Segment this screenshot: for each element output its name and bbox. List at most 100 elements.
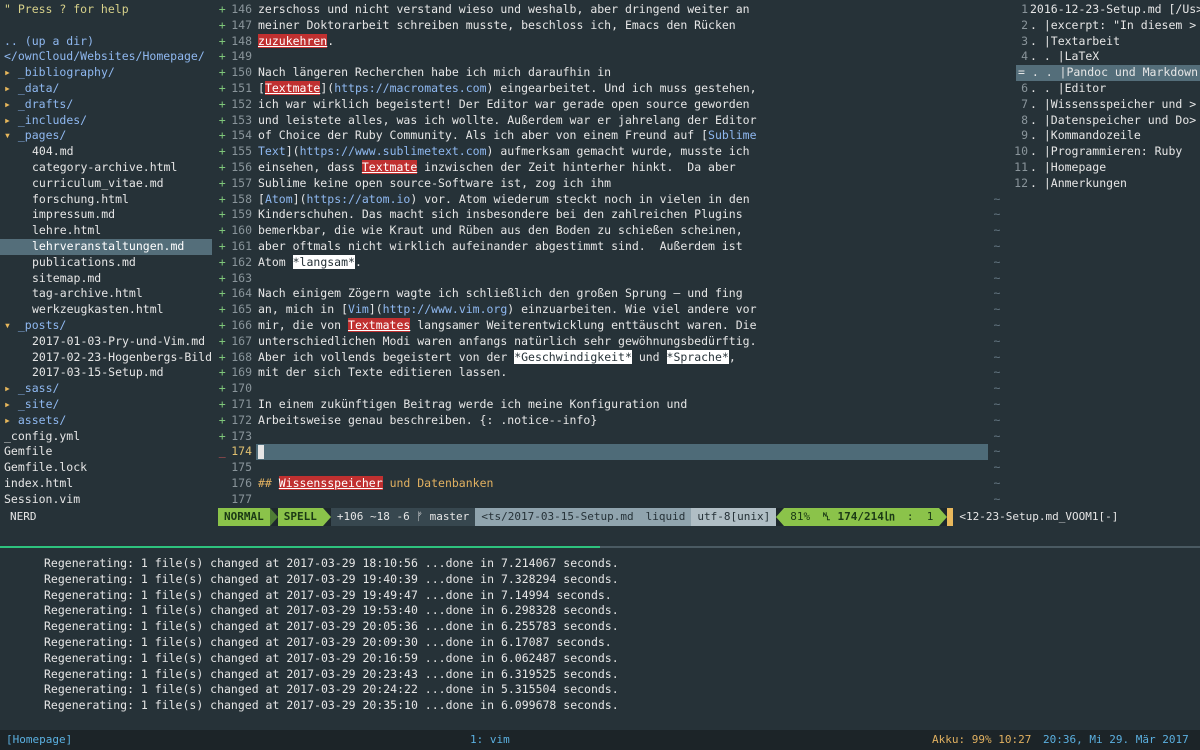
voom-outline-item[interactable]: . |Wissensspeicher und > [1016,97,1200,113]
nerdtree-file[interactable]: sitemap.md [0,271,212,287]
text-line[interactable]: [Textmate](https://macromates.com) einge… [256,80,988,97]
nerdtree-file[interactable]: werkzeugkasten.html [0,302,212,318]
nerdtree-dir[interactable]: ▸ _drafts/ [0,97,212,113]
nerdtree-file[interactable]: index.html [0,476,212,492]
text-line[interactable]: und leistete alles, was ich wollte. Auße… [256,113,988,129]
expanded-arrow-icon[interactable]: ▾ [4,128,11,142]
text-line[interactable]: ## Wissensspeicher und Datenbanken [256,475,988,492]
terminal-pane[interactable]: Regenerating: 1 file(s) changed at 2017-… [0,556,1200,714]
nerdtree-up-dir[interactable]: .. (up a dir) [0,34,212,50]
nerdtree-file[interactable]: Gemfile.lock [0,460,212,476]
voom-outline-item[interactable]: . |excerpt: "In diesem > [1016,18,1200,34]
nerdtree-dir[interactable]: ▸ assets/ [0,413,212,429]
nerdtree-dir[interactable]: ▸ _site/ [0,397,212,413]
nerdtree-file[interactable]: forschung.html [0,192,212,208]
line-number: 160 [231,223,252,238]
text-line[interactable]: meiner Doktorarbeit schreiben musste, be… [256,18,988,34]
text-line[interactable] [256,492,988,508]
nerdtree-item-label: index.html [4,475,74,490]
nerdtree-panel[interactable]: " Press ? for help .. (up a dir) </ownCl… [0,0,212,508]
collapsed-arrow-icon[interactable]: ▸ [4,113,11,127]
nerdtree-file[interactable]: impressum.md [0,207,212,223]
text-line[interactable]: Aber ich vollends begeistert von der *Ge… [256,349,988,366]
text-line[interactable]: unterschiedlichen Modi waren anfangs nat… [256,334,988,350]
pane-divider[interactable] [0,546,1200,548]
nerdtree-file[interactable]: _config.yml [0,429,212,445]
nerdtree-file[interactable]: category-archive.html [0,160,212,176]
editor-buffer[interactable]: zerschoss und nicht verstand wieso und w… [256,0,988,508]
voom-outline-item[interactable]: . . |Editor [1016,81,1200,97]
nerdtree-file[interactable]: 2017-01-03-Pry-und-Vim.md [0,334,212,350]
nerdtree-file[interactable]: lehrveranstaltungen.md [0,238,212,255]
voom-outline-item[interactable]: . |Textarbeit [1016,34,1200,50]
text-line[interactable] [256,49,988,65]
nerdtree-file[interactable]: 404.md [0,144,212,160]
nerdtree-file[interactable]: Session.vim [0,492,212,508]
text-line[interactable] [256,381,988,397]
text-line[interactable]: an, mich in [Vim](http://www.vim.org) ei… [256,302,988,318]
text-line[interactable] [256,429,988,445]
nerdtree-file[interactable]: 2017-03-15-Setup.md [0,365,212,381]
text-line[interactable]: bemerkbar, die wie Kraut und Rüben aus d… [256,223,988,239]
nerdtree-file[interactable]: tag-archive.html [0,286,212,302]
voom-outline-item[interactable]: . |Anmerkungen [1016,176,1200,192]
text-line[interactable]: ich war wirklich begeistert! Der Editor … [256,97,988,113]
text-line[interactable]: of Choice der Ruby Community. Als ich ab… [256,128,988,144]
collapsed-arrow-icon[interactable]: ▸ [4,397,11,411]
voom-outline-item[interactable]: . |Programmieren: Ruby [1016,144,1200,160]
nerdtree-dir[interactable]: ▸ _data/ [0,81,212,97]
nerdtree-file[interactable]: 2017-02-23-Hogenbergs-Bild> [0,350,212,366]
text-line[interactable]: Nach einigem Zögern wagte ich schließlic… [256,286,988,302]
voom-outline[interactable]: 2016-12-23-Setup.md [/Us>. |excerpt: "In… [1016,0,1200,508]
text-line[interactable]: zuzukehren. [256,33,988,50]
text-segment: Sublime keine open source-Software ist, … [258,175,612,190]
text-line[interactable]: Sublime keine open source-Software ist, … [256,176,988,192]
voom-outline-item[interactable]: . |Kommandozeile [1016,128,1200,144]
nerdtree-file[interactable]: Gemfile [0,444,212,460]
collapsed-arrow-icon[interactable]: ▸ [4,97,11,111]
nerdtree-file[interactable]: publications.md [0,255,212,271]
tmux-window-tab[interactable]: 1: vim [470,730,510,750]
encoding: utf-8[unix] [691,508,777,526]
cursor-line[interactable] [256,444,988,461]
text-line[interactable]: aber oftmals nicht wirklich aufeinander … [256,239,988,255]
nerdtree-dir[interactable]: ▸ _bibliography/ [0,65,212,81]
nerdtree-file[interactable]: curriculum_vitae.md [0,176,212,192]
terminal-output-line: Regenerating: 1 file(s) changed at 2017-… [44,698,619,713]
text-line[interactable] [256,271,988,287]
text-line[interactable]: Arbeitsweise genau beschreiben. {: .noti… [256,413,988,429]
markdown-link: https://macromates.com [334,80,487,95]
nerdtree-root[interactable]: </ownCloud/Websites/Homepage/ [0,49,212,65]
nerdtree-dir[interactable]: ▸ _sass/ [0,381,212,397]
text-line[interactable]: Kinderschuhen. Das macht sich insbesonde… [256,207,988,223]
text-line[interactable]: einsehen, dass Textmate inzwischen der Z… [256,159,988,176]
text-line[interactable]: Nach längeren Recherchen habe ich mich d… [256,65,988,81]
expanded-arrow-icon[interactable]: ▾ [4,318,11,332]
collapsed-arrow-icon[interactable]: ▸ [4,65,11,79]
text-line[interactable]: Text](https://www.sublimetext.com) aufme… [256,144,988,160]
collapsed-arrow-icon[interactable]: ▸ [4,413,11,427]
voom-outline-item[interactable]: . |Datenspeicher und Do> [1016,113,1200,129]
voom-file-title[interactable]: 2016-12-23-Setup.md [/Us> [1016,2,1200,18]
voom-outline-item[interactable]: = . . |Pandoc und Markdown [1016,65,1200,81]
text-segment: In einem zukünftigen Beitrag werde ich m… [258,396,688,411]
nerdtree-dir[interactable]: ▾ _posts/ [0,318,212,334]
tmux-session-name[interactable]: [Homepage] [6,730,72,750]
text-line[interactable] [256,460,988,476]
text-line[interactable]: In einem zukünftigen Beitrag werde ich m… [256,397,988,413]
terminal-output-line: Regenerating: 1 file(s) changed at 2017-… [44,587,612,602]
collapsed-arrow-icon[interactable]: ▸ [4,381,11,395]
nerdtree-dir[interactable]: ▾ _pages/ [0,128,212,144]
text-line[interactable]: [Atom](https://atom.io) vor. Atom wieder… [256,192,988,208]
text-line[interactable]: mit der sich Texte editieren lassen. [256,365,988,381]
collapsed-arrow-icon[interactable]: ▸ [4,81,11,95]
text-line[interactable]: zerschoss und nicht verstand wieso und w… [256,2,988,18]
voom-outline-item[interactable]: . |Homepage [1016,160,1200,176]
text-line[interactable]: Atom *langsam*. [256,254,988,271]
gutter-row: +156 [212,160,256,176]
text-line[interactable]: mir, die von Textmates langsamer Weitere… [256,317,988,334]
git-removed-sign: _ [218,444,226,459]
nerdtree-dir[interactable]: ▸ _includes/ [0,113,212,129]
voom-outline-item[interactable]: . . |LaTeX [1016,49,1200,65]
nerdtree-file[interactable]: lehre.html [0,223,212,239]
